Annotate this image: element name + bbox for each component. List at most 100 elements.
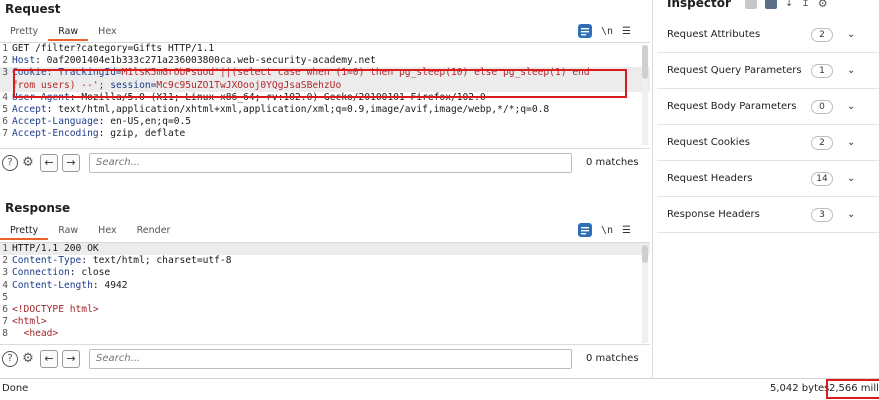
code-line: 8 <head> xyxy=(0,328,650,340)
code-segment: HTTP/1.1 200 OK xyxy=(12,243,99,254)
inspector-section-request-attributes[interactable]: Request Attributes 2 ⌄ xyxy=(657,17,879,53)
response-time: 2,566 millis xyxy=(826,379,879,399)
layout-panel-icon[interactable] xyxy=(765,0,777,9)
code-segment: <head> xyxy=(12,328,59,340)
pane-divider[interactable] xyxy=(652,0,653,378)
pretty-print-toggle-icon[interactable] xyxy=(578,223,592,237)
tab-hex[interactable]: Hex xyxy=(88,222,126,240)
code-segment: <!DOCTYPE html> xyxy=(12,303,99,315)
editor-pane: Request Pretty Raw Hex \n ☰ 1 GET /filter?c… xyxy=(0,0,650,378)
chevron-down-icon[interactable]: ⌄ xyxy=(847,173,855,184)
request-scroll-thumb[interactable] xyxy=(642,45,648,79)
line-number: 1 xyxy=(2,43,8,54)
inspector-section-label: Response Headers xyxy=(667,209,760,220)
inspector-title: Inspector xyxy=(667,0,731,10)
line-content: GET /filter?category=Gifts HTTP/1.1 xyxy=(12,43,650,55)
response-scrollbar[interactable] xyxy=(642,245,648,343)
next-match-button[interactable]: → xyxy=(62,153,80,172)
code-segment: : TrackingId= xyxy=(46,67,122,79)
code-segment: Host xyxy=(12,55,36,67)
code-segment: Connection xyxy=(12,267,70,279)
code-segment: : en-US,en;q=0.5 xyxy=(98,116,192,128)
newline-toggle-button[interactable]: \n xyxy=(600,225,614,236)
chevron-down-icon[interactable]: ⌄ xyxy=(847,29,855,40)
menu-icon[interactable]: ☰ xyxy=(622,26,631,37)
request-search-input[interactable] xyxy=(89,152,572,173)
inspector-section-label: Request Headers xyxy=(667,173,753,184)
request-editor[interactable]: 1 GET /filter?category=Gifts HTTP/1.1 2 Hos… xyxy=(0,42,650,146)
tab-raw[interactable]: Raw xyxy=(48,23,89,41)
inspector-section-label: Request Cookies xyxy=(667,137,750,148)
code-segment: Accept xyxy=(12,103,47,115)
chevron-down-icon[interactable]: ⌄ xyxy=(847,65,855,76)
request-title: Request xyxy=(5,2,61,16)
code-line: 3 Connection: close xyxy=(0,267,650,279)
help-icon[interactable]: ? xyxy=(2,350,18,367)
tab-pretty[interactable]: Pretty xyxy=(0,23,48,41)
code-segment: User-Agent xyxy=(12,91,70,103)
line-content: <!DOCTYPE html> xyxy=(12,304,650,316)
response-toolbar: \n ☰ xyxy=(578,221,631,239)
inspector-panel: Inspector ↧ ↥ ⚙ Request Attributes 2 ⌄ Requ… xyxy=(657,0,879,378)
code-line: from users) --'; session=Mc9c95uZO1TwJXO… xyxy=(0,79,650,92)
help-icon[interactable]: ? xyxy=(2,154,18,171)
tab-pretty[interactable]: Pretty xyxy=(0,222,49,240)
code-segment: M1lsK5mGrObPsuod'||(select case when (1=… xyxy=(121,67,590,79)
inspector-section-request-headers[interactable]: Request Headers 14 ⌄ xyxy=(657,161,879,197)
newline-toggle-button[interactable]: \n xyxy=(600,26,614,37)
inspector-section-count: 1 xyxy=(811,63,833,78)
request-scrollbar[interactable] xyxy=(642,45,648,145)
inspector-section-request-query-parameters[interactable]: Request Query Parameters 1 ⌄ xyxy=(657,53,879,89)
request-searchbar: ? ⚙ ← → 0 matches xyxy=(0,148,650,176)
pretty-print-toggle-icon[interactable] xyxy=(578,24,592,38)
line-content: Accept-Encoding: gzip, deflate xyxy=(12,128,650,140)
inspector-section-label: Request Body Parameters xyxy=(667,101,797,112)
settings-gear-icon[interactable]: ⚙ xyxy=(20,351,36,367)
chevron-down-icon[interactable]: ⌄ xyxy=(847,137,855,148)
line-number: 2 xyxy=(2,55,8,67)
line-number: 3 xyxy=(2,267,8,279)
settings-gear-icon[interactable]: ⚙ xyxy=(818,0,828,10)
line-number: 1 xyxy=(2,243,8,254)
previous-match-button[interactable]: ← xyxy=(40,153,58,172)
response-searchbar: ? ⚙ ← → 0 matches xyxy=(0,344,650,372)
tab-hex[interactable]: Hex xyxy=(88,23,126,41)
inspector-section-label: Request Query Parameters xyxy=(667,65,802,76)
inspector-section-request-cookies[interactable]: Request Cookies 2 ⌄ xyxy=(657,125,879,161)
tab-render[interactable]: Render xyxy=(127,222,181,240)
code-segment: : close xyxy=(69,267,111,279)
code-line: 4 Content-Length: 4942 xyxy=(0,280,650,292)
code-segment: <html> xyxy=(12,316,47,328)
response-search-input[interactable] xyxy=(89,348,572,369)
code-segment: : Mozilla/5.0 (X11; Linux x86_64; rv:102… xyxy=(69,91,486,103)
inspector-section-request-body-parameters[interactable]: Request Body Parameters 0 ⌄ xyxy=(657,89,879,125)
line-content: Cookie: TrackingId=M1lsK5mGrObPsuod'||(s… xyxy=(12,67,650,79)
tab-raw[interactable]: Raw xyxy=(48,222,88,240)
line-content: HTTP/1.1 200 OK xyxy=(12,243,650,255)
line-number: 3 xyxy=(2,67,8,79)
line-content: Content-Length: 4942 xyxy=(12,280,650,292)
code-segment: : text/html,application/xhtml+xml,applic… xyxy=(46,103,550,115)
chevron-down-icon[interactable]: ⌄ xyxy=(847,101,855,112)
inspector-section-count: 0 xyxy=(811,99,833,114)
response-editor[interactable]: 1 HTTP/1.1 200 OK 2 Content-Type: text/html… xyxy=(0,242,650,344)
previous-match-button[interactable]: ← xyxy=(40,349,58,368)
menu-icon[interactable]: ☰ xyxy=(622,225,631,236)
line-number: 6 xyxy=(2,303,8,315)
chevron-down-icon[interactable]: ⌄ xyxy=(847,209,855,220)
request-match-count: 0 matches xyxy=(586,157,639,168)
line-content: Content-Type: text/html; charset=utf-8 xyxy=(12,255,650,267)
inspector-section-count: 14 xyxy=(811,171,833,186)
line-number: 7 xyxy=(2,128,8,140)
settings-gear-icon[interactable]: ⚙ xyxy=(20,155,36,171)
expand-icon[interactable]: ↧ xyxy=(785,0,793,9)
line-number: 5 xyxy=(2,291,8,303)
response-match-count: 0 matches xyxy=(586,353,639,364)
layout-side-icon[interactable] xyxy=(745,0,757,9)
inspector-section-response-headers[interactable]: Response Headers 3 ⌄ xyxy=(657,197,879,233)
code-line: 7 Accept-Encoding: gzip, deflate xyxy=(0,128,650,140)
next-match-button[interactable]: → xyxy=(62,349,80,368)
collapse-icon[interactable]: ↥ xyxy=(801,0,809,9)
response-scroll-thumb[interactable] xyxy=(642,245,648,263)
code-segment: Content-Length xyxy=(12,279,93,291)
